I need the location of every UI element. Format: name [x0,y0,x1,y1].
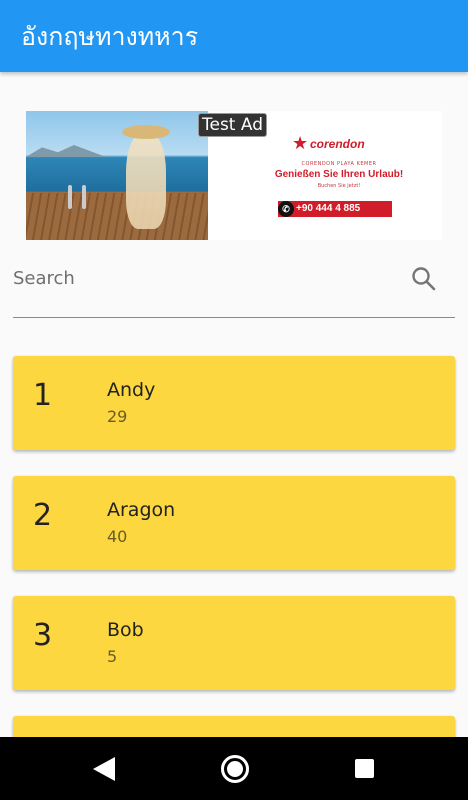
ad-image-person [126,133,166,229]
list-item[interactable]: 3 Bob 5 [13,596,455,690]
home-icon[interactable] [221,755,249,783]
list-item-subtitle: 5 [107,647,118,666]
list-item[interactable]: 2 Aragon 40 [13,476,455,570]
ad-call-to-action: Buchen Sie jetzt! [317,183,361,189]
ad-text-panel[interactable]: ★ corendon CORENDON PLAYA KEMER Genießen… [244,131,434,231]
list-item-title: Bob [107,619,144,641]
ad-logo: ★ corendon [292,135,382,153]
ad-phone-number: +90 444 4 885 [296,203,361,214]
list-item-title: Aragon [107,499,176,521]
recents-icon[interactable] [355,759,374,778]
ad-phone-button[interactable]: ✆ +90 444 4 885 [278,201,392,217]
phone-icon: ✆ [278,201,294,217]
list-item-title: Andy [107,379,156,401]
ad-image-hat [122,125,170,139]
ad-image-deck [26,193,208,240]
search-icon[interactable] [411,266,437,292]
ad-brand-name: corendon [310,137,365,151]
back-icon[interactable] [93,757,115,781]
list-item-subtitle: 40 [107,527,128,546]
search-bar [13,258,455,318]
system-navigation-bar [0,737,468,800]
search-input[interactable] [13,264,393,292]
list-item-number: 3 [33,618,53,653]
app-bar: อังกฤษทางทหาร [0,0,468,72]
star-icon: ★ [292,133,309,154]
ad-subline: CORENDON PLAYA KEMER [301,161,377,167]
ad-image[interactable] [26,111,208,240]
ad-image-rail [82,185,86,209]
list-item-subtitle: 29 [107,407,128,426]
ad-image-mountain [26,145,106,157]
list-item[interactable]: 1 Andy 29 [13,356,455,450]
ad-image-rail [68,185,72,209]
ad-headline: Genießen Sie Ihren Urlaub! [274,169,404,180]
ad-banner[interactable]: Test Ad ★ corendon CORENDON PLAYA KEMER … [26,111,442,240]
list-item-number: 2 [33,498,53,533]
page-title: อังกฤษทางทหาร [21,22,199,51]
list-item-number: 1 [33,378,53,413]
